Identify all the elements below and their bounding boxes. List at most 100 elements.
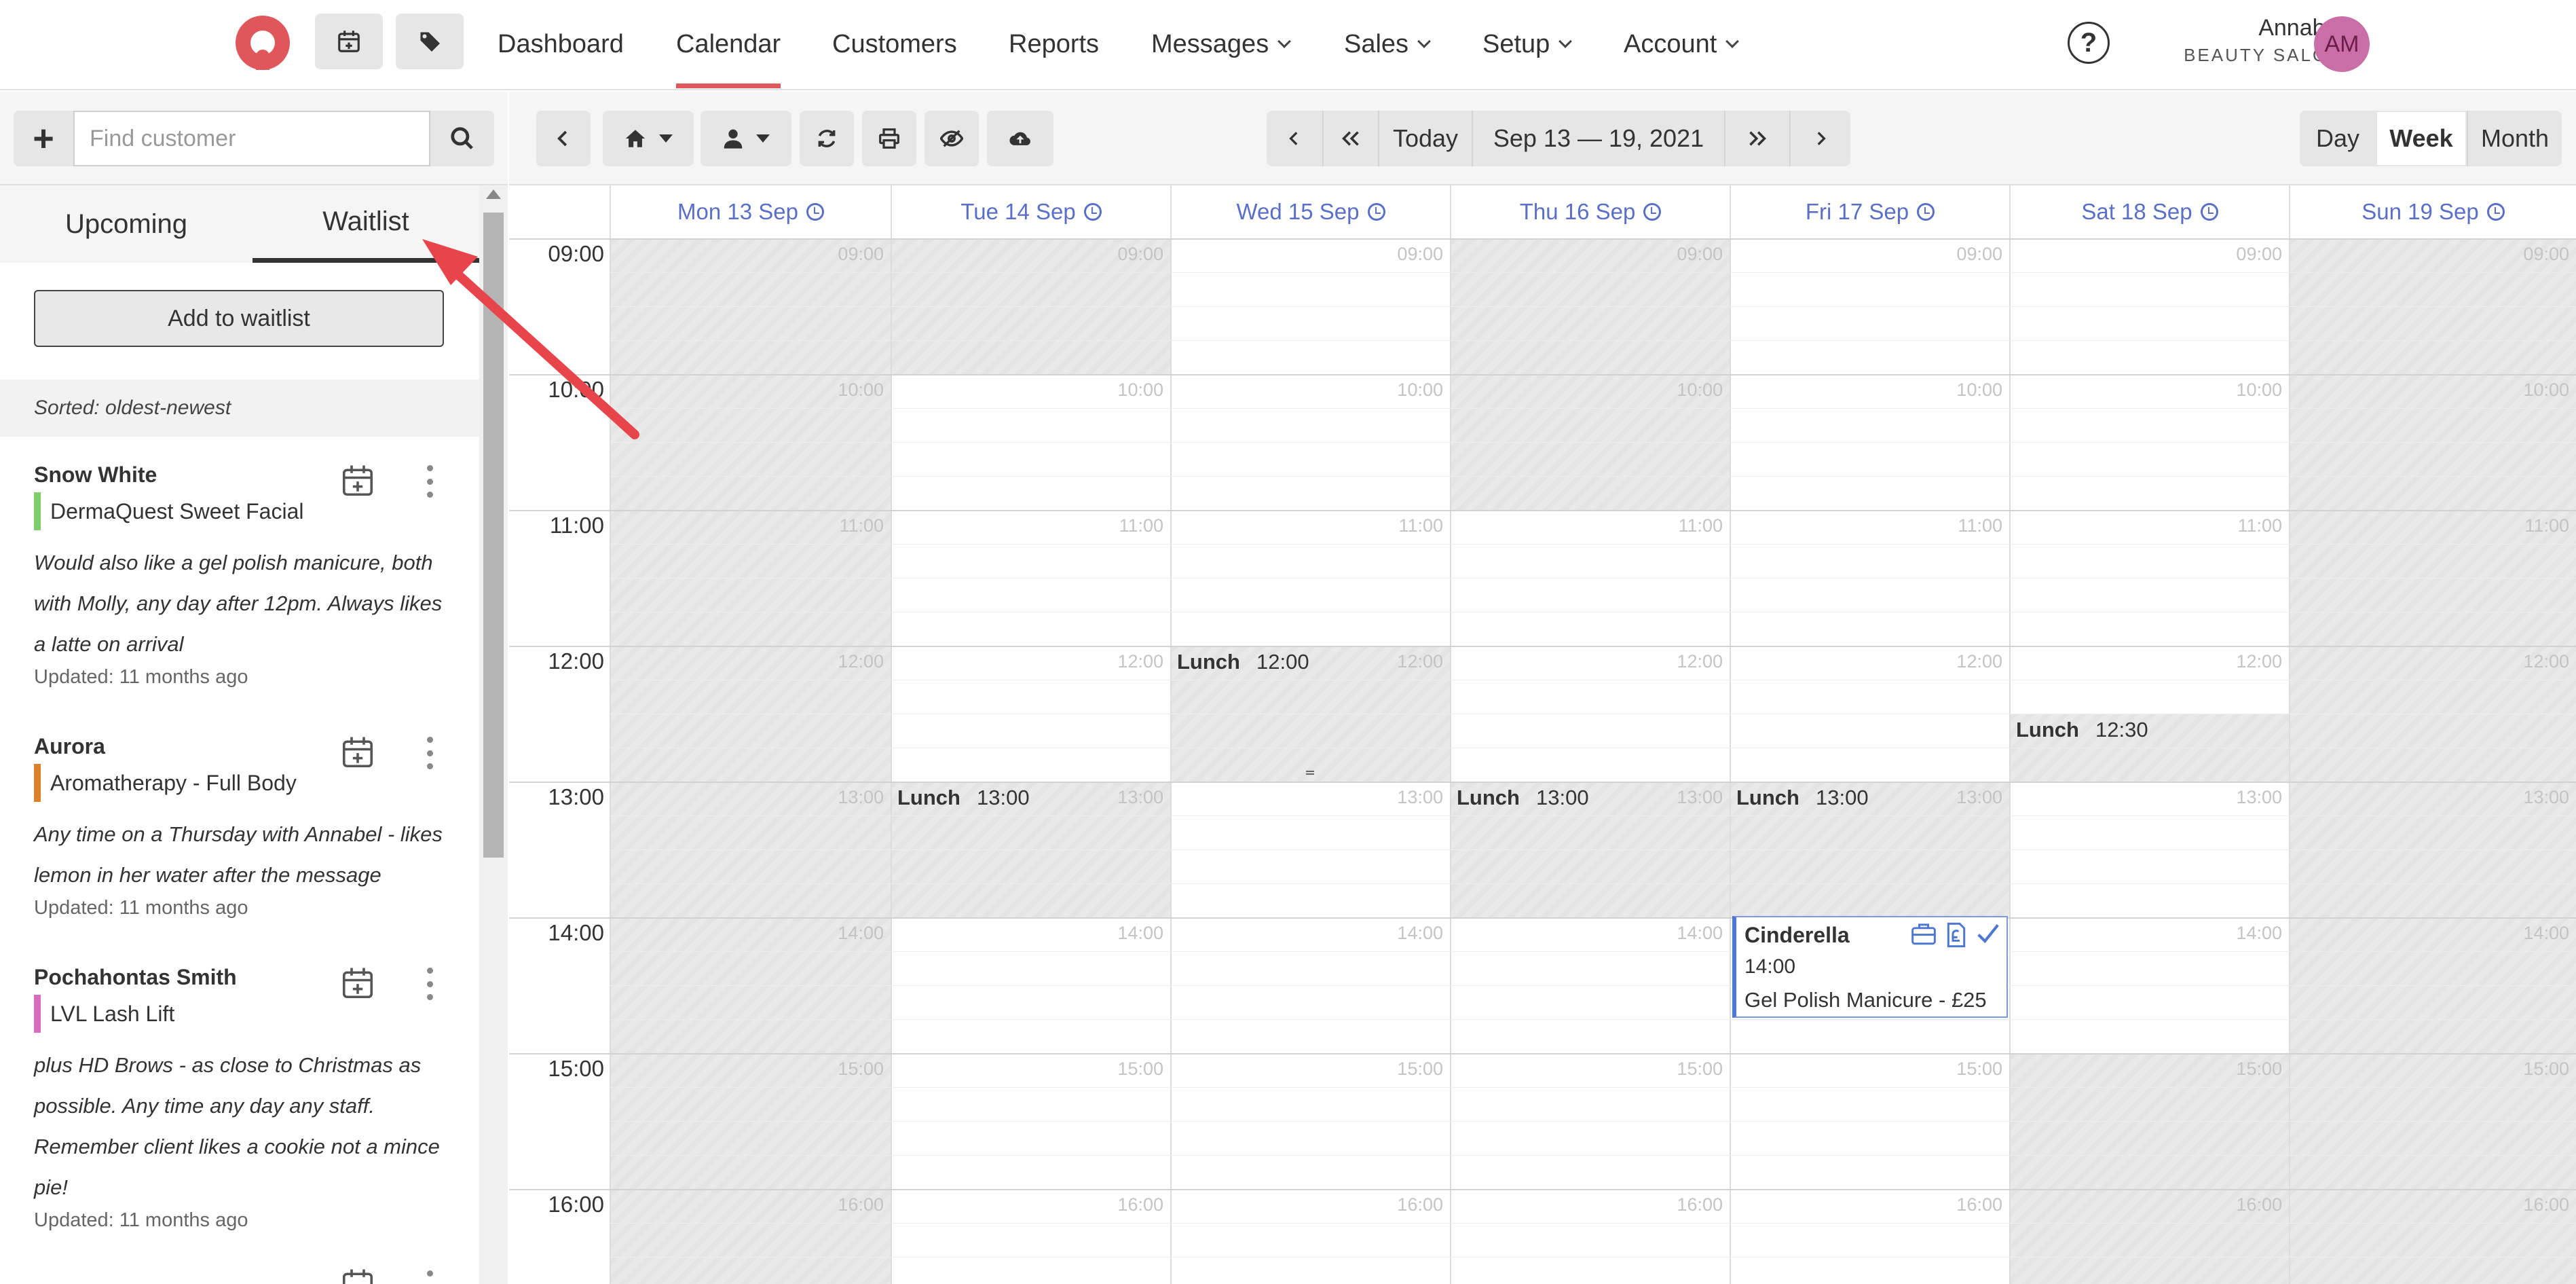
lunch-event[interactable]: Lunch 12:00 — [1177, 650, 1309, 674]
day-header-fri[interactable]: Fri 17 Sep — [1730, 185, 2009, 238]
customer-search-bar: + — [0, 92, 508, 185]
clock-icon[interactable] — [2200, 203, 2218, 221]
lunch-event[interactable]: Lunch 12:30 — [2016, 718, 2148, 742]
slot-time-label: 12:00 — [1956, 651, 2002, 672]
slot-time-label: 09:00 — [1956, 244, 2002, 264]
payment-icon[interactable] — [1944, 921, 1968, 949]
print-button[interactable] — [862, 111, 916, 166]
clock-icon[interactable] — [2486, 203, 2505, 221]
previous-week-button[interactable] — [1322, 111, 1378, 166]
tab-waitlist[interactable]: Waitlist — [253, 185, 479, 263]
view-week-button[interactable]: Week — [2376, 111, 2467, 166]
day-header-tue[interactable]: Tue 14 Sep — [891, 185, 1170, 238]
book-calendar-icon[interactable] — [339, 734, 376, 771]
resize-handle-icon[interactable] — [1306, 771, 1314, 775]
location-dropdown[interactable] — [603, 111, 694, 166]
book-calendar-icon[interactable] — [339, 965, 376, 1002]
refresh-button[interactable] — [800, 111, 854, 166]
add-customer-button[interactable]: + — [14, 111, 73, 166]
cloud-upload-icon — [1009, 132, 1030, 145]
slot-time-label: 10:00 — [2523, 380, 2569, 400]
hide-button[interactable] — [925, 111, 979, 166]
appointment-card[interactable]: Cinderella 14:00 Gel Polish Manicure - £… — [1732, 916, 2008, 1018]
clock-icon[interactable] — [1367, 203, 1385, 221]
appointment-status-icons — [1910, 921, 2001, 949]
waitlist-entry[interactable]: Snow White DermaQuest Sweet Facial Would… — [0, 461, 479, 688]
nav-sales[interactable]: Sales — [1344, 0, 1431, 88]
scrollbar-thumb[interactable] — [483, 213, 504, 858]
day-header-thu[interactable]: Thu 16 Sep — [1450, 185, 1730, 238]
cloud-upload-button[interactable] — [987, 111, 1053, 166]
waitlist-tabs: Upcoming Waitlist — [0, 185, 479, 263]
hour-line — [509, 782, 2576, 783]
waitlist-customer-name[interactable]: Aurora — [34, 734, 105, 759]
slot-time-label: 13:00 — [838, 787, 884, 807]
day-header-sun[interactable]: Sun 19 Sep — [2289, 185, 2576, 238]
more-options-icon[interactable] — [422, 964, 437, 1004]
chevron-down-icon — [1417, 35, 1431, 48]
slot-time-label: 10:00 — [1677, 380, 1723, 400]
brand-logo[interactable] — [236, 16, 290, 70]
clock-icon[interactable] — [1083, 203, 1102, 221]
book-calendar-icon[interactable] — [339, 462, 376, 499]
day-header-wed[interactable]: Wed 15 Sep — [1170, 185, 1450, 238]
search-button[interactable] — [430, 111, 494, 166]
nav-setup[interactable]: Setup — [1482, 0, 1573, 88]
add-to-waitlist-button[interactable]: Add to waitlist — [34, 290, 444, 347]
help-icon[interactable]: ? — [2068, 22, 2110, 64]
waitlist-customer-name[interactable]: Snow White — [34, 462, 157, 488]
today-button[interactable]: Today — [1378, 111, 1472, 166]
nav-account[interactable]: Account — [1624, 0, 1740, 88]
lunch-event[interactable]: Lunch 13:00 — [897, 786, 1030, 810]
slot-time-label: 15:00 — [2523, 1059, 2569, 1079]
lunch-event[interactable]: Lunch 13:00 — [1736, 786, 1869, 810]
avatar[interactable]: AM — [2314, 16, 2370, 72]
checkmark-icon[interactable] — [1975, 921, 2001, 946]
clock-icon[interactable] — [806, 203, 824, 221]
previous-day-button[interactable] — [1267, 111, 1322, 166]
nav-setup-label: Setup — [1482, 29, 1550, 58]
calendar-add-button[interactable] — [315, 14, 383, 69]
more-options-icon[interactable] — [422, 733, 437, 773]
tag-button[interactable] — [396, 14, 464, 69]
next-week-button[interactable] — [1724, 111, 1789, 166]
more-options-icon[interactable] — [422, 461, 437, 502]
waitlist-scrollbar[interactable] — [479, 185, 508, 1284]
view-day-button[interactable]: Day — [2300, 111, 2376, 166]
day-header-mon[interactable]: Mon 13 Sep — [610, 185, 891, 238]
slot-time-label: 15:00 — [838, 1059, 884, 1079]
view-month-button[interactable]: Month — [2467, 111, 2562, 166]
find-customer-input[interactable] — [73, 111, 430, 166]
nav-messages[interactable]: Messages — [1151, 0, 1292, 88]
lunch-time: 12:30 — [2095, 718, 2148, 741]
nav-reports[interactable]: Reports — [1009, 0, 1099, 88]
appointment-customer: Cinderella — [1744, 923, 1850, 947]
day-header-sat[interactable]: Sat 18 Sep — [2009, 185, 2289, 238]
hour-line — [509, 510, 2576, 511]
waitlist-customer-name[interactable]: Pochahontas Smith — [34, 965, 237, 990]
book-calendar-icon[interactable] — [339, 1266, 376, 1284]
waitlist-entry[interactable]: Aurora Aromatherapy - Full Body Any time… — [0, 733, 479, 919]
slot-time-label: 11:00 — [839, 515, 884, 536]
slot-time-label: 12:00 — [1677, 651, 1723, 672]
lunch-event[interactable]: Lunch 13:00 — [1457, 786, 1589, 810]
service-color-bar — [34, 492, 41, 530]
hour-label: 12:00 — [548, 648, 604, 674]
clock-icon[interactable] — [1917, 203, 1935, 221]
lunch-label: Lunch — [1177, 650, 1240, 674]
collapse-sidebar-button[interactable] — [536, 111, 591, 166]
day-header-label: Sun 19 Sep — [2362, 199, 2479, 224]
quarter-line — [610, 442, 2576, 443]
next-day-button[interactable] — [1789, 111, 1850, 166]
scroll-up-icon[interactable] — [486, 189, 501, 199]
date-range-label[interactable]: Sep 13 — 19, 2021 — [1472, 111, 1724, 166]
more-options-icon[interactable] — [422, 1266, 437, 1284]
waitlist-entry[interactable]: Pochahontas Smith LVL Lash Lift plus HD … — [0, 964, 479, 1231]
clock-icon[interactable] — [1643, 203, 1662, 221]
briefcase-icon[interactable] — [1910, 921, 1937, 946]
staff-dropdown[interactable] — [701, 111, 791, 166]
nav-customers[interactable]: Customers — [832, 0, 957, 88]
tab-upcoming[interactable]: Upcoming — [0, 185, 253, 263]
nav-calendar[interactable]: Calendar — [676, 0, 781, 88]
nav-dashboard[interactable]: Dashboard — [498, 0, 624, 88]
